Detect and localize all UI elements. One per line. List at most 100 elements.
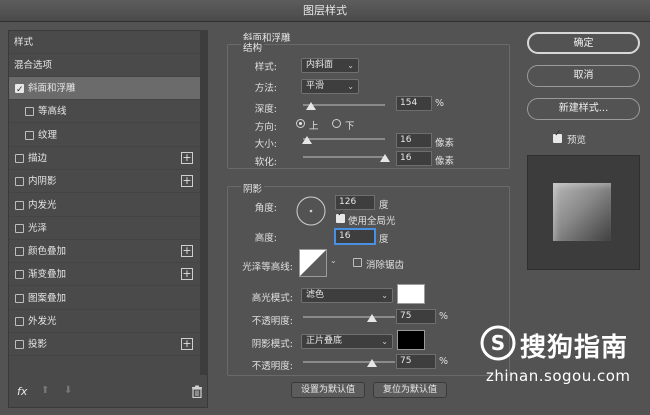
new-style-button[interactable]: 新建样式... bbox=[527, 98, 640, 120]
shadow-opacity-label: 不透明度: bbox=[251, 361, 293, 372]
highlight-color-swatch[interactable] bbox=[397, 284, 425, 304]
highlight-opacity-thumb[interactable] bbox=[367, 314, 377, 322]
style-item-checkbox[interactable] bbox=[15, 153, 24, 163]
angle-input[interactable]: 126 bbox=[335, 195, 375, 210]
anti-alias-checkbox[interactable] bbox=[353, 258, 362, 267]
preview-checkbox[interactable] bbox=[553, 129, 562, 143]
soften-slider-thumb[interactable] bbox=[380, 154, 390, 162]
style-select[interactable]: 内斜面 ⌄ bbox=[301, 58, 359, 73]
direction-label: 方向: bbox=[254, 122, 277, 133]
dialog-title: 图层样式 bbox=[303, 4, 347, 17]
add-style-plus-icon[interactable]: + bbox=[181, 175, 193, 188]
style-item-label: 内阴影 bbox=[28, 176, 57, 188]
style-item-checkbox[interactable] bbox=[15, 177, 24, 187]
style-item-checkbox[interactable] bbox=[15, 200, 24, 210]
svg-text:S: S bbox=[491, 331, 505, 355]
style-item[interactable]: 投影 + bbox=[9, 333, 207, 357]
depth-input[interactable]: 154 bbox=[396, 96, 432, 111]
angle-unit: 度 bbox=[379, 200, 389, 211]
cancel-button[interactable]: 取消 bbox=[527, 65, 640, 87]
technique-label: 方法: bbox=[254, 83, 277, 94]
style-item[interactable]: 光泽 bbox=[9, 217, 207, 240]
style-item[interactable]: 内发光 bbox=[9, 194, 207, 217]
trash-icon[interactable] bbox=[191, 385, 203, 398]
fx-button[interactable]: fx bbox=[17, 385, 27, 398]
style-item[interactable]: 外发光 bbox=[9, 310, 207, 333]
style-item-checkbox[interactable] bbox=[25, 130, 34, 140]
blend-options-item[interactable]: 混合选项 bbox=[9, 54, 207, 77]
soften-slider-track[interactable] bbox=[303, 156, 385, 158]
angle-dial[interactable] bbox=[295, 195, 327, 227]
anti-alias-label: 消除锯齿 bbox=[366, 260, 405, 271]
move-down-arrow-icon[interactable]: ⬇ bbox=[64, 385, 72, 396]
style-item-checkbox[interactable] bbox=[15, 79, 24, 102]
global-light-checkbox[interactable] bbox=[336, 209, 345, 223]
style-item[interactable]: 渐变叠加 + bbox=[9, 263, 207, 287]
style-item-checkbox[interactable] bbox=[25, 107, 34, 117]
move-up-arrow-icon[interactable]: ⬆ bbox=[41, 385, 49, 396]
highlight-mode-value: 滤色 bbox=[306, 290, 325, 300]
size-slider-thumb[interactable] bbox=[302, 136, 313, 144]
highlight-opacity-input[interactable]: 75 bbox=[396, 309, 436, 324]
styles-header[interactable]: 样式 bbox=[9, 31, 207, 54]
highlight-mode-select[interactable]: 滤色 ⌄ bbox=[301, 288, 393, 303]
soften-input[interactable]: 16 bbox=[396, 151, 432, 166]
style-item-checkbox[interactable] bbox=[15, 293, 24, 303]
shadow-opacity-track[interactable] bbox=[303, 361, 395, 363]
style-item[interactable]: 纹理 bbox=[9, 124, 207, 147]
style-preview bbox=[527, 155, 640, 270]
reset-default-button[interactable]: 复位为默认值 bbox=[373, 382, 447, 398]
gloss-contour-chevron-icon[interactable]: ⌄ bbox=[330, 256, 337, 265]
size-unit: 像素 bbox=[435, 138, 455, 149]
sogou-logo-icon: S bbox=[480, 325, 516, 361]
direction-up-radio[interactable] bbox=[296, 119, 305, 128]
soften-label: 软化: bbox=[254, 157, 277, 168]
shadow-color-swatch[interactable] bbox=[397, 330, 425, 350]
style-item-label: 斜面和浮雕 bbox=[28, 83, 76, 94]
make-default-button[interactable]: 设置为默认值 bbox=[291, 382, 365, 398]
style-item[interactable]: 图案叠加 bbox=[9, 287, 207, 310]
size-slider-track[interactable] bbox=[303, 138, 385, 140]
ok-button[interactable]: 确定 bbox=[527, 32, 640, 54]
structure-title: 结构 bbox=[241, 40, 265, 54]
style-item-label: 外发光 bbox=[28, 316, 57, 327]
styles-list-scrollbar[interactable] bbox=[200, 30, 208, 375]
size-input[interactable]: 16 bbox=[396, 133, 432, 148]
direction-down-radio[interactable] bbox=[332, 119, 341, 128]
style-item-checkbox[interactable] bbox=[15, 247, 24, 257]
add-style-plus-icon[interactable]: + bbox=[181, 151, 193, 164]
style-item-label: 描边 bbox=[28, 152, 48, 164]
chevron-down-icon: ⌄ bbox=[347, 61, 354, 70]
style-item-checkbox[interactable] bbox=[15, 317, 24, 326]
style-item[interactable]: 等高线 bbox=[9, 100, 207, 124]
shadow-opacity-thumb[interactable] bbox=[367, 359, 377, 367]
gloss-contour-swatch[interactable] bbox=[299, 249, 327, 277]
technique-select-value: 平滑 bbox=[306, 81, 325, 91]
style-label: 样式: bbox=[254, 62, 277, 73]
altitude-input[interactable]: 16 bbox=[335, 229, 375, 244]
style-item[interactable]: 斜面和浮雕 bbox=[9, 77, 207, 102]
sogou-watermark: S 搜狗指南 zhinan.sogou.com bbox=[480, 325, 645, 400]
shadow-mode-select[interactable]: 正片叠底 ⌄ bbox=[301, 334, 393, 349]
style-item-label: 图案叠加 bbox=[28, 292, 67, 304]
shadow-opacity-input[interactable]: 75 bbox=[396, 354, 436, 369]
preview-label: 预览 bbox=[567, 135, 587, 146]
style-item-checkbox[interactable] bbox=[15, 340, 24, 350]
highlight-opacity-unit: % bbox=[439, 311, 449, 322]
style-item[interactable]: 描边 + bbox=[9, 147, 207, 170]
style-item[interactable]: 内阴影 + bbox=[9, 170, 207, 194]
style-item-checkbox[interactable] bbox=[15, 270, 24, 280]
chevron-down-icon: ⌄ bbox=[381, 337, 388, 346]
direction-down-label: 下 bbox=[345, 121, 355, 132]
size-label: 大小: bbox=[254, 139, 277, 150]
add-style-plus-icon[interactable]: + bbox=[181, 245, 193, 258]
highlight-opacity-label: 不透明度: bbox=[251, 316, 293, 327]
styles-list-panel: 样式 混合选项 斜面和浮雕等高线纹理描边 + 内阴影 + 内发光光泽颜色叠加 + 渐变叠加 +… bbox=[8, 30, 208, 408]
style-item-checkbox[interactable] bbox=[15, 223, 24, 233]
add-style-plus-icon[interactable]: + bbox=[181, 338, 193, 351]
add-style-plus-icon[interactable]: + bbox=[181, 268, 193, 281]
style-item[interactable]: 颜色叠加 + bbox=[9, 240, 207, 264]
depth-slider-thumb[interactable] bbox=[306, 102, 317, 110]
technique-select[interactable]: 平滑 ⌄ bbox=[301, 79, 359, 94]
highlight-opacity-track[interactable] bbox=[303, 316, 395, 318]
